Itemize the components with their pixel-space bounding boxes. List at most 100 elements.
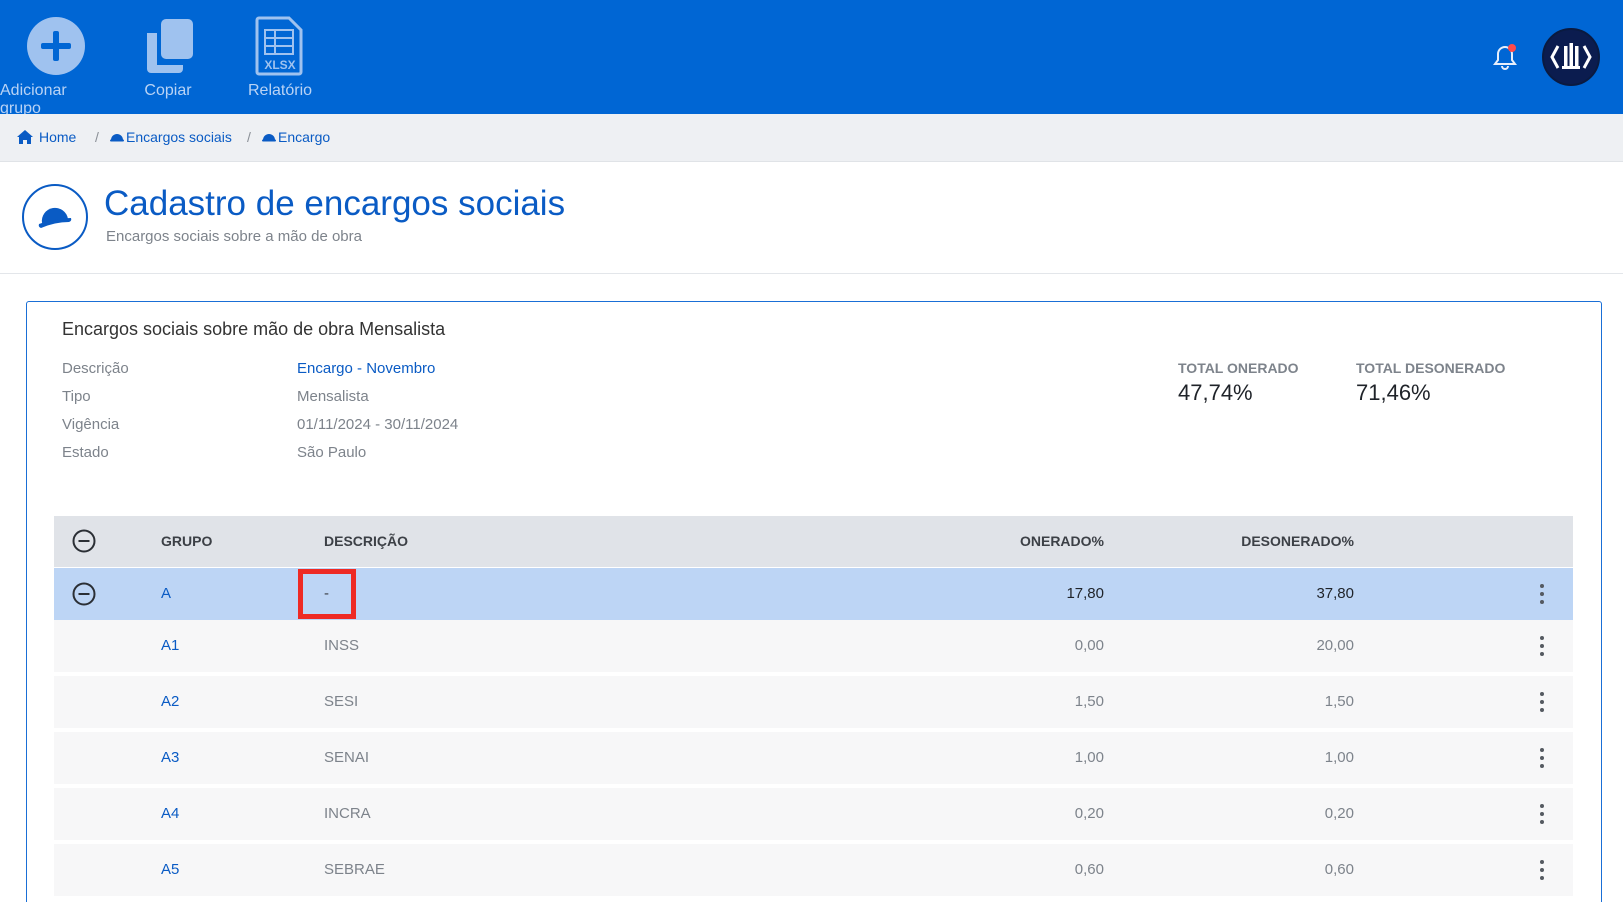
bell-icon: [1493, 44, 1517, 70]
top-toolbar: Adicionar grupo Copiar XLSX Relatório: [0, 0, 1623, 117]
row-desonerado: 0,60: [1324, 861, 1354, 878]
row-code[interactable]: A4: [161, 805, 179, 822]
breadcrumb-charge[interactable]: Encargo: [262, 129, 330, 145]
hard-hat-icon: [38, 207, 72, 228]
state-label: Estado: [62, 444, 109, 461]
column-header-description[interactable]: DESCRIÇÃO: [324, 533, 408, 549]
kebab-dot: [1540, 748, 1544, 752]
report-label: Relatório: [247, 82, 313, 99]
table-row[interactable]: A5 SEBRAE 0,60 0,60: [54, 844, 1573, 896]
copy-label: Copiar: [144, 82, 192, 99]
table-group-row[interactable]: A - 17,80 37,80: [54, 568, 1573, 620]
brand-logo-icon: [1550, 43, 1592, 69]
kebab-dot: [1540, 692, 1544, 696]
kebab-dot: [1540, 652, 1544, 656]
kebab-dot: [1540, 860, 1544, 864]
type-label: Tipo: [62, 388, 91, 405]
kebab-dot: [1540, 764, 1544, 768]
kebab-dot: [1540, 600, 1544, 604]
hard-hat-icon: [262, 134, 276, 142]
add-circle-icon: [26, 16, 86, 76]
breadcrumb-separator: /: [95, 129, 99, 145]
kebab-dot: [1540, 592, 1544, 596]
kebab-dot: [1540, 644, 1544, 648]
row-description: INSS: [324, 637, 360, 654]
xlsx-file-icon: XLSX: [250, 16, 310, 76]
column-header-onerado[interactable]: ONERADO%: [964, 533, 1104, 549]
copy-icon: [138, 16, 198, 76]
type-value: Mensalista: [297, 388, 369, 405]
row-code[interactable]: A3: [161, 749, 179, 766]
table-row[interactable]: A1 INSS 0,00 20,00: [54, 620, 1573, 672]
xlsx-icon-text: XLSX: [264, 58, 295, 72]
row-menu-button[interactable]: [1534, 690, 1550, 714]
row-description: SENAI: [324, 749, 370, 766]
column-header-desonerado[interactable]: DESONERADO%: [1204, 533, 1354, 549]
kebab-dot: [1540, 700, 1544, 704]
row-code[interactable]: A: [161, 585, 171, 602]
description-value-link[interactable]: Encargo - Novembro: [297, 360, 435, 377]
kebab-dot: [1540, 756, 1544, 760]
hard-hat-icon: [110, 134, 124, 142]
copy-button[interactable]: Copiar: [132, 16, 204, 100]
minus-circle-icon: [72, 529, 96, 553]
page-title: Cadastro de encargos sociais: [104, 184, 566, 223]
page-icon: [22, 184, 88, 250]
row-onerado: 17,80: [1066, 585, 1104, 602]
page-subtitle: Encargos sociais sobre a mão de obra: [106, 228, 362, 245]
column-header-group[interactable]: GRUPO: [161, 533, 212, 549]
breadcrumb: Home / Encargos sociais / Encargo: [0, 114, 1623, 162]
row-menu-button[interactable]: [1534, 858, 1550, 882]
breadcrumb-home-label: Home: [39, 129, 77, 145]
row-onerado: 1,00: [1074, 749, 1104, 766]
breadcrumb-social-charges[interactable]: Encargos sociais: [110, 129, 232, 145]
highlight-box: [298, 569, 356, 619]
breadcrumb-separator: /: [247, 129, 251, 145]
description-label: Descrição: [62, 360, 129, 377]
table-header: GRUPO DESCRIÇÃO ONERADO% DESONERADO%: [54, 516, 1573, 567]
kebab-dot: [1540, 820, 1544, 824]
row-code[interactable]: A5: [161, 861, 179, 878]
avatar[interactable]: [1542, 28, 1600, 86]
kebab-dot: [1540, 636, 1544, 640]
row-menu-button[interactable]: [1534, 746, 1550, 770]
row-desonerado: 1,00: [1324, 749, 1354, 766]
notifications-button[interactable]: [1490, 42, 1520, 72]
collapse-all-button[interactable]: [72, 529, 96, 553]
table-row[interactable]: A4 INCRA 0,20 0,20: [54, 788, 1573, 840]
row-code[interactable]: A2: [161, 693, 179, 710]
kebab-dot: [1540, 804, 1544, 808]
row-code[interactable]: A1: [161, 637, 179, 654]
table-row[interactable]: A2 SESI 1,50 1,50: [54, 676, 1573, 728]
validity-label: Vigência: [62, 416, 120, 433]
header-divider: [0, 273, 1623, 274]
row-onerado: 1,50: [1074, 693, 1104, 710]
table-row[interactable]: A3 SENAI 1,00 1,00: [54, 732, 1573, 784]
collapse-group-button[interactable]: [72, 582, 96, 606]
total-desonerado-label: TOTAL DESONERADO: [1356, 360, 1506, 376]
row-menu-button[interactable]: [1534, 582, 1550, 606]
row-menu-button[interactable]: [1534, 802, 1550, 826]
kebab-dot: [1540, 584, 1544, 588]
add-group-label: Adicionar grupo: [0, 82, 67, 117]
row-menu-button[interactable]: [1534, 634, 1550, 658]
state-value: São Paulo: [297, 444, 367, 461]
total-desonerado-value: 71,46%: [1356, 380, 1431, 405]
add-group-button[interactable]: Adicionar grupo: [0, 16, 112, 118]
kebab-dot: [1540, 876, 1544, 880]
kebab-dot: [1540, 868, 1544, 872]
row-onerado: 0,00: [1074, 637, 1104, 654]
breadcrumb-home[interactable]: Home: [17, 129, 76, 145]
validity-value: 01/11/2024 - 30/11/2024: [297, 416, 459, 433]
breadcrumb-social-charges-label: Encargos sociais: [126, 129, 232, 145]
total-onerado-value: 47,74%: [1178, 380, 1253, 405]
kebab-dot: [1540, 708, 1544, 712]
row-description: SEBRAE: [324, 861, 385, 878]
report-button[interactable]: XLSX Relatório: [242, 16, 318, 100]
row-onerado: 0,20: [1074, 805, 1104, 822]
row-description: SESI: [324, 693, 359, 710]
minus-circle-icon: [72, 582, 96, 606]
total-onerado-label: TOTAL ONERADO: [1178, 360, 1299, 376]
row-desonerado: 20,00: [1316, 637, 1354, 654]
row-desonerado: 37,80: [1316, 585, 1354, 602]
